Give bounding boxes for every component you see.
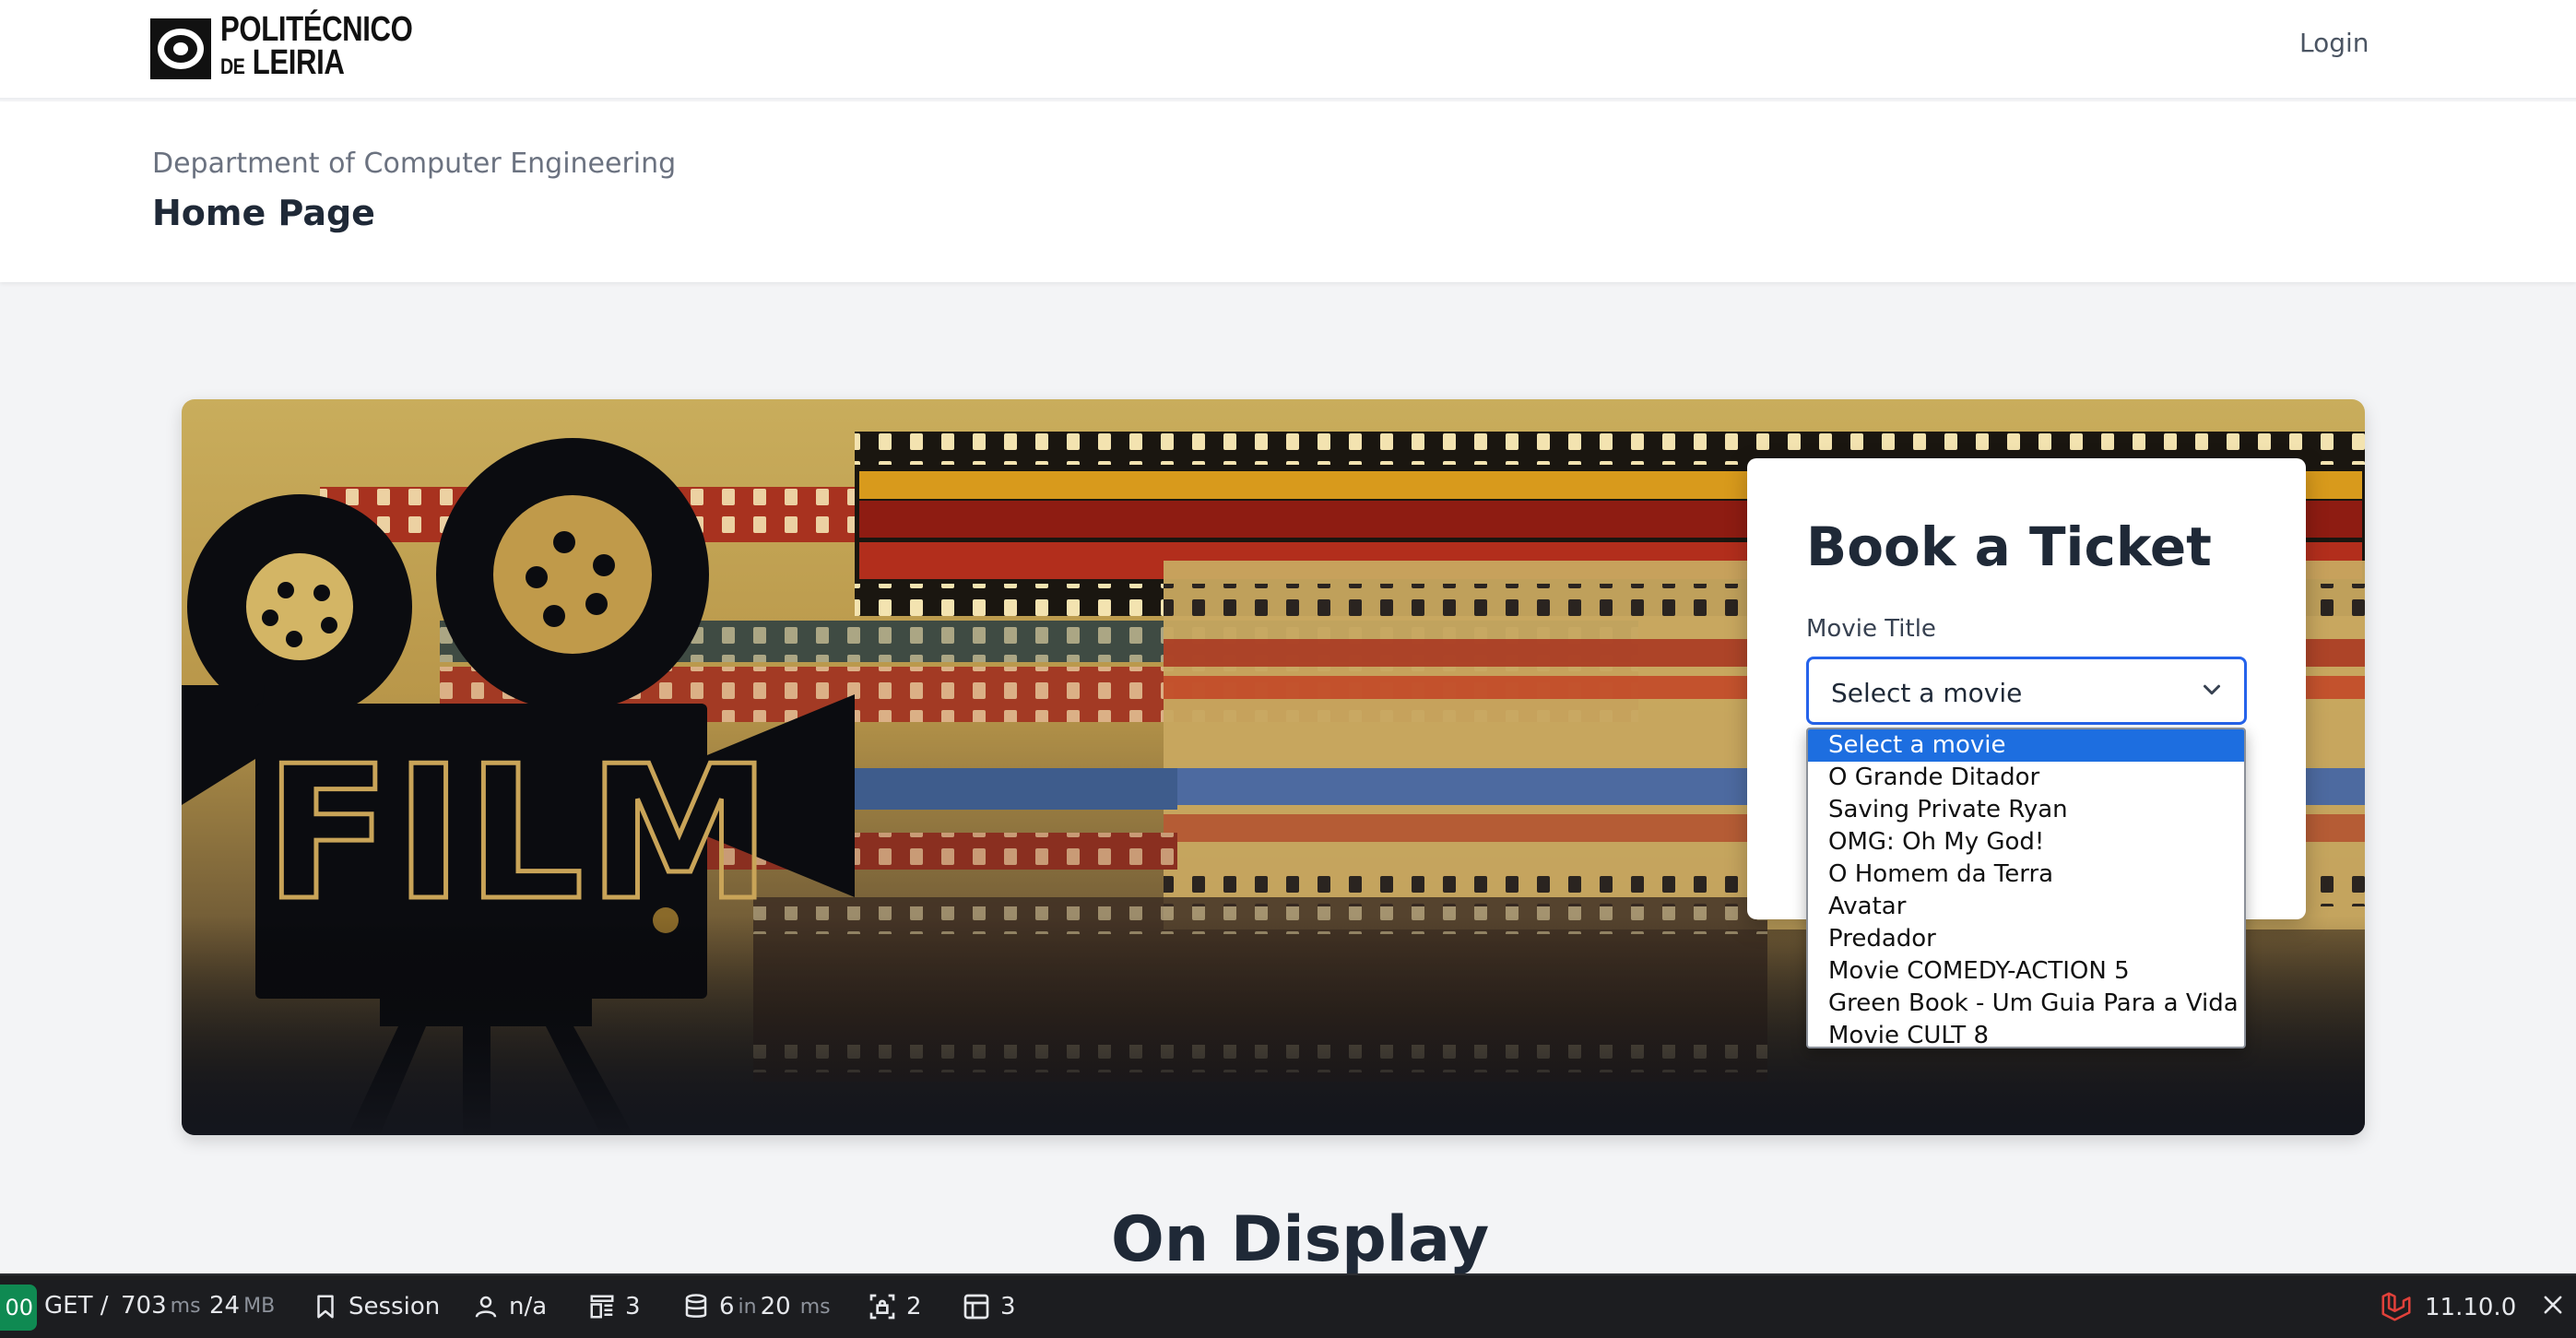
movie-option[interactable]: OMG: Oh My God!	[1808, 826, 2244, 858]
page-title: Home Page	[152, 193, 375, 233]
gates-count: 2	[906, 1293, 922, 1320]
movie-option[interactable]: O Grande Ditador	[1808, 762, 2244, 794]
movie-option[interactable]: Select a movie	[1808, 729, 2244, 762]
user-tab[interactable]: n/a	[472, 1292, 547, 1321]
request-method: GET /	[44, 1292, 109, 1320]
movie-option[interactable]: Avatar	[1808, 891, 2244, 923]
laravel-version: 11.10.0	[2425, 1294, 2517, 1321]
logo-line-2: DE LEIRIA	[220, 43, 345, 82]
logo-mark-icon	[150, 18, 211, 79]
movie-select-value: Select a movie	[1831, 678, 2023, 708]
bookmark-icon	[317, 1295, 334, 1319]
on-display-heading: On Display	[1111, 1203, 1490, 1276]
gates-tab[interactable]: 2	[868, 1292, 922, 1321]
table-icon	[963, 1294, 989, 1320]
movie-title-label: Movie Title	[1806, 615, 1936, 643]
book-ticket-title: Book a Ticket	[1806, 515, 2212, 578]
session-tab[interactable]: Session	[312, 1292, 440, 1321]
queries-time: 20	[760, 1293, 791, 1320]
chevron-down-icon	[2204, 684, 2220, 695]
session-label: Session	[349, 1293, 441, 1320]
request-info[interactable]: GET /	[44, 1292, 108, 1320]
department-name: Department of Computer Engineering	[152, 148, 677, 180]
movie-select[interactable]: Select a movie	[1806, 657, 2247, 725]
queries-in: in	[738, 1295, 757, 1319]
movie-option[interactable]: Green Book - Um Guia Para a Vida	[1808, 988, 2244, 1020]
user-label: n/a	[509, 1293, 548, 1320]
logo-text: POLITÉCNICO DE LEIRIA	[220, 10, 413, 84]
top-navbar: POLITÉCNICO DE LEIRIA Login	[0, 0, 2576, 100]
movie-option[interactable]: Predador	[1808, 923, 2244, 955]
models-tab[interactable]: 3	[962, 1292, 1016, 1321]
page-header: Department of Computer Engineering Home …	[0, 101, 2576, 282]
status-badge[interactable]: 00	[0, 1285, 37, 1331]
queries-tab[interactable]: 6 in 20 ms	[682, 1292, 831, 1321]
time-unit: ms	[170, 1294, 201, 1318]
user-icon	[475, 1296, 497, 1318]
film-word: FILM	[265, 727, 775, 941]
queries-unit: ms	[799, 1295, 831, 1319]
politecnico-leiria-logo[interactable]: POLITÉCNICO DE LEIRIA	[150, 10, 455, 84]
models-count: 3	[1000, 1293, 1016, 1320]
movie-option[interactable]: Saving Private Ryan	[1808, 794, 2244, 826]
memory-usage[interactable]: 24 MB	[209, 1292, 275, 1320]
request-time[interactable]: 703 ms	[121, 1292, 201, 1320]
logo-line-1: POLITÉCNICO	[220, 10, 413, 49]
movie-option[interactable]: Movie CULT 8	[1808, 1020, 2244, 1047]
views-icon	[590, 1295, 614, 1319]
laravel-logo-icon[interactable]	[2379, 1288, 2414, 1325]
views-count: 3	[625, 1293, 641, 1320]
movie-option[interactable]: Movie COMEDY-ACTION 5	[1808, 955, 2244, 988]
close-icon[interactable]	[2540, 1292, 2566, 1318]
memory-unit: MB	[243, 1294, 276, 1318]
gate-lock-icon	[869, 1294, 895, 1320]
movie-option[interactable]: O Homem da Terra	[1808, 858, 2244, 891]
movie-options-list: Select a movie O Grande Ditador Saving P…	[1806, 728, 2246, 1048]
memory-value: 24	[209, 1292, 241, 1320]
debug-bar: 00 GET / 703 ms 24 MB Session n/a 3 6 in 20 m…	[0, 1273, 2576, 1338]
queries-count: 6	[719, 1293, 735, 1320]
views-tab[interactable]: 3	[588, 1292, 641, 1321]
time-value: 703	[121, 1292, 167, 1320]
database-icon	[685, 1294, 707, 1318]
login-link[interactable]: Login	[2299, 28, 2369, 58]
